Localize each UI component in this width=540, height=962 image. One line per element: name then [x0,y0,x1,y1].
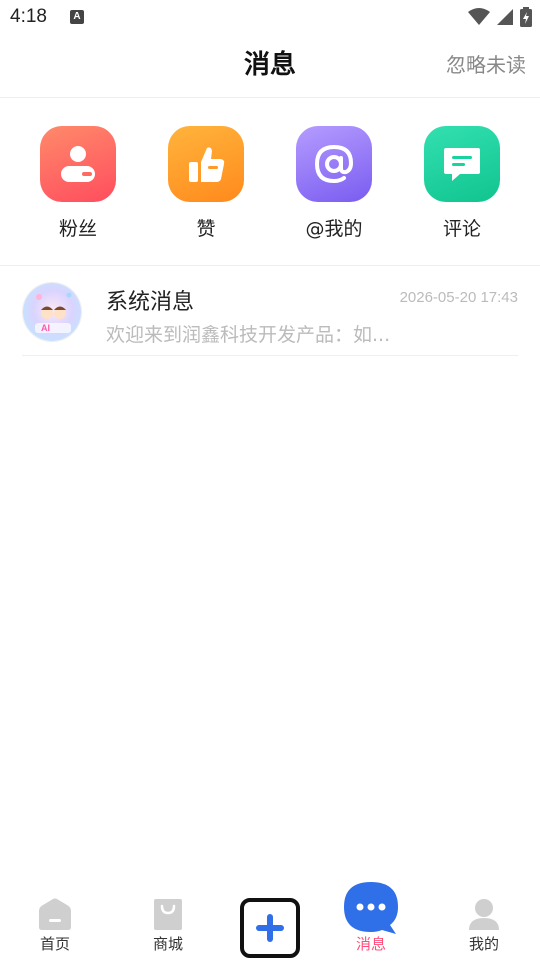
category-mentions[interactable]: @我的 [279,126,389,241]
tab-messages[interactable]: 消息 [326,895,416,954]
status-icons [468,6,532,28]
message-time: 2026-05-20 17:43 [399,289,518,306]
list-item-system-message[interactable]: AI 系统消息 2026-05-20 17:43 欢迎来到润鑫科技开发产品：如.… [22,268,518,356]
tab-home[interactable]: 首页 [10,895,100,954]
profile-icon [439,895,529,931]
signal-icon [497,9,513,25]
ignore-unread-button[interactable]: 忽略未读 [446,49,526,78]
tab-label: 商城 [152,935,183,953]
category-comments[interactable]: 评论 [407,126,517,241]
category-likes[interactable]: 赞 [151,126,261,241]
tab-shop[interactable]: 商城 [123,895,213,954]
message-title: 系统消息 [106,290,195,315]
category-fans[interactable]: 粉丝 [23,126,133,241]
comment-icon [424,126,500,202]
message-categories: 粉丝 赞 @我的 评论 [0,98,540,266]
category-label: @我的 [305,218,363,240]
tab-label: 首页 [39,935,70,953]
tab-profile[interactable]: 我的 [439,895,529,954]
wifi-icon [468,8,490,25]
person-icon [40,126,116,202]
header: 消息 忽略未读 [0,36,540,98]
message-preview: 欢迎来到润鑫科技开发产品：如... [106,324,391,346]
category-label: 赞 [196,218,216,240]
tab-label: 消息 [355,935,386,953]
battery-icon [520,7,532,27]
at-icon [296,126,372,202]
status-bar: 4:18 A [0,0,540,36]
tab-label: 我的 [468,935,499,953]
tab-bar: 首页 商城 消息 我的 [0,882,540,962]
notification-a-icon: A [70,10,84,24]
thumbs-up-icon [168,126,244,202]
add-icon [256,914,284,942]
avatar: AI [22,282,82,342]
category-label: 评论 [442,218,481,240]
avatar-text: AI [41,323,50,333]
status-time: 4:18 [10,6,47,27]
add-button[interactable] [240,898,300,958]
shopping-bag-icon [123,895,213,931]
home-icon [10,895,100,931]
category-label: 粉丝 [58,218,97,240]
